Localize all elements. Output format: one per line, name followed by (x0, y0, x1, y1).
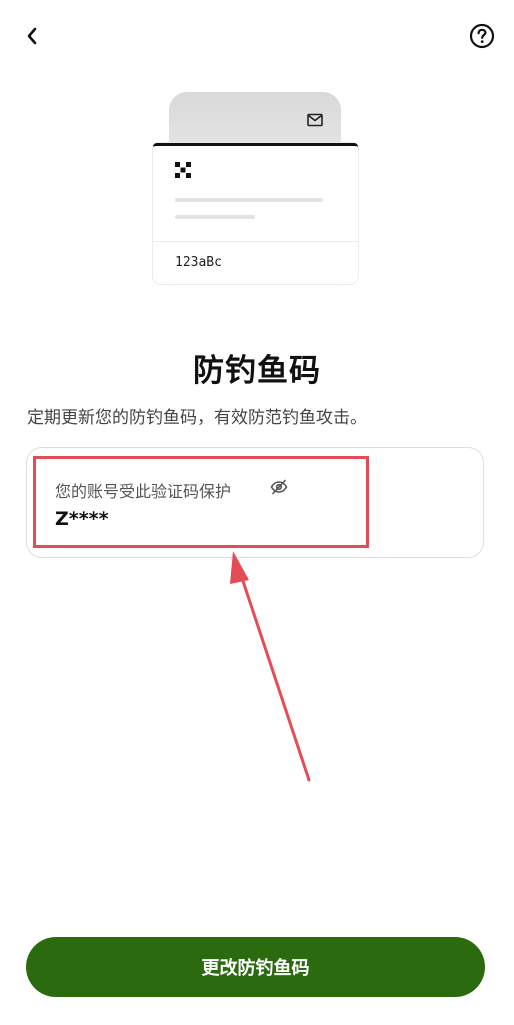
okx-logo-icon (175, 162, 191, 178)
page-description: 定期更新您的防钓鱼码，有效防范钓鱼攻击。 (27, 408, 367, 428)
illustration-code-sample: 123aBc (175, 255, 222, 270)
anti-phishing-page: 123aBc 防钓鱼码 定期更新您的防钓鱼码，有效防范钓鱼攻击。 您的账号受此验… (0, 0, 514, 1025)
page-title: 防钓鱼码 (193, 353, 321, 389)
illustration-email-card: 123aBc (153, 143, 358, 284)
anti-phishing-illustration: 123aBc (150, 92, 364, 307)
highlight-box (33, 456, 369, 548)
illustration-divider (153, 241, 358, 242)
back-button[interactable] (16, 18, 48, 54)
mail-icon (307, 113, 323, 127)
change-code-button[interactable]: 更改防钓鱼码 (26, 937, 485, 997)
illustration-text-line (175, 215, 255, 219)
illustration-text-line (175, 198, 323, 202)
help-button[interactable] (468, 22, 496, 50)
chevron-left-icon (27, 27, 37, 45)
question-circle-icon (469, 23, 495, 49)
